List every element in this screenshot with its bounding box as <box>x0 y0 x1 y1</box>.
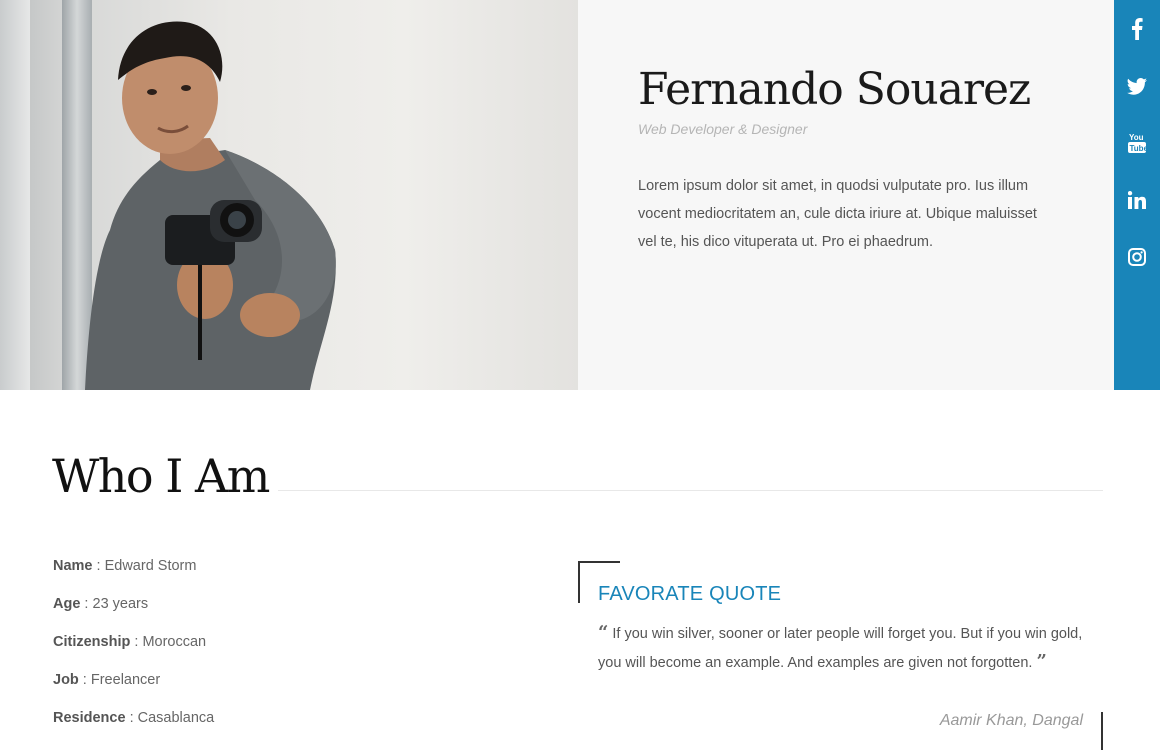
linkedin-glyph <box>1128 191 1146 209</box>
close-quote-icon: ” <box>1036 651 1047 672</box>
info-key: Name <box>53 558 93 574</box>
info-row-name: Name : Edward Storm <box>53 558 197 574</box>
hero-section: Fernando Souarez Web Developer & Designe… <box>0 0 1160 390</box>
info-row-citizenship: Citizenship : Moroccan <box>53 634 207 650</box>
section-title-who-i-am: Who I Am <box>52 449 270 503</box>
youtube-glyph: You Tube <box>1128 133 1147 153</box>
instagram-glyph <box>1128 248 1146 266</box>
profile-bio: Lorem ipsum dolor sit amet, in quodsi vu… <box>638 178 1037 250</box>
info-row-age: Age : 23 years <box>53 596 149 612</box>
quote-text: If you win silver, sooner or later peopl… <box>598 626 1083 671</box>
twitter-icon[interactable] <box>1114 71 1160 101</box>
personal-info-list: Name : Edward Storm Age : 23 years Citiz… <box>53 556 214 746</box>
facebook-icon[interactable] <box>1114 14 1160 44</box>
person-illustration <box>85 21 336 390</box>
info-row-residence: Residence : Casablanca <box>53 710 215 726</box>
quote-text-block: “ If you win silver, sooner or later peo… <box>598 619 1083 677</box>
social-sidebar: You Tube <box>1114 0 1160 390</box>
quote-title: FAVORATE QUOTE <box>598 583 782 605</box>
info-row-job: Job : Freelancer <box>53 672 161 688</box>
info-value: Edward Storm <box>104 558 197 574</box>
open-quote-icon: “ <box>598 622 609 643</box>
youtube-icon[interactable]: You Tube <box>1114 128 1160 158</box>
quote-author: Aamir Khan, Dangal <box>939 712 1083 729</box>
instagram-icon[interactable] <box>1114 242 1160 272</box>
twitter-glyph <box>1127 77 1147 95</box>
info-value: Freelancer <box>90 672 161 688</box>
quote-corner-bottom-right <box>1101 712 1103 750</box>
info-key: Residence <box>53 710 126 726</box>
profile-role: Web Developer & Designer <box>638 121 808 137</box>
section-divider <box>278 490 1103 491</box>
svg-text:Tube: Tube <box>1130 144 1147 153</box>
info-value: Casablanca <box>137 710 215 726</box>
profile-photo <box>0 0 578 390</box>
linkedin-icon[interactable] <box>1114 185 1160 215</box>
info-key: Age <box>53 596 81 612</box>
profile-name: Fernando Souarez <box>638 64 1031 115</box>
profile-panel: Fernando Souarez Web Developer & Designe… <box>578 0 1114 390</box>
info-value: 23 years <box>92 596 149 612</box>
info-key: Job <box>53 672 79 688</box>
info-value: Moroccan <box>142 634 207 650</box>
info-key: Citizenship <box>53 634 131 650</box>
favorite-quote-card: FAVORATE QUOTE “ If you win silver, soon… <box>578 561 1103 750</box>
svg-text:You: You <box>1129 133 1144 142</box>
facebook-glyph <box>1132 18 1143 40</box>
